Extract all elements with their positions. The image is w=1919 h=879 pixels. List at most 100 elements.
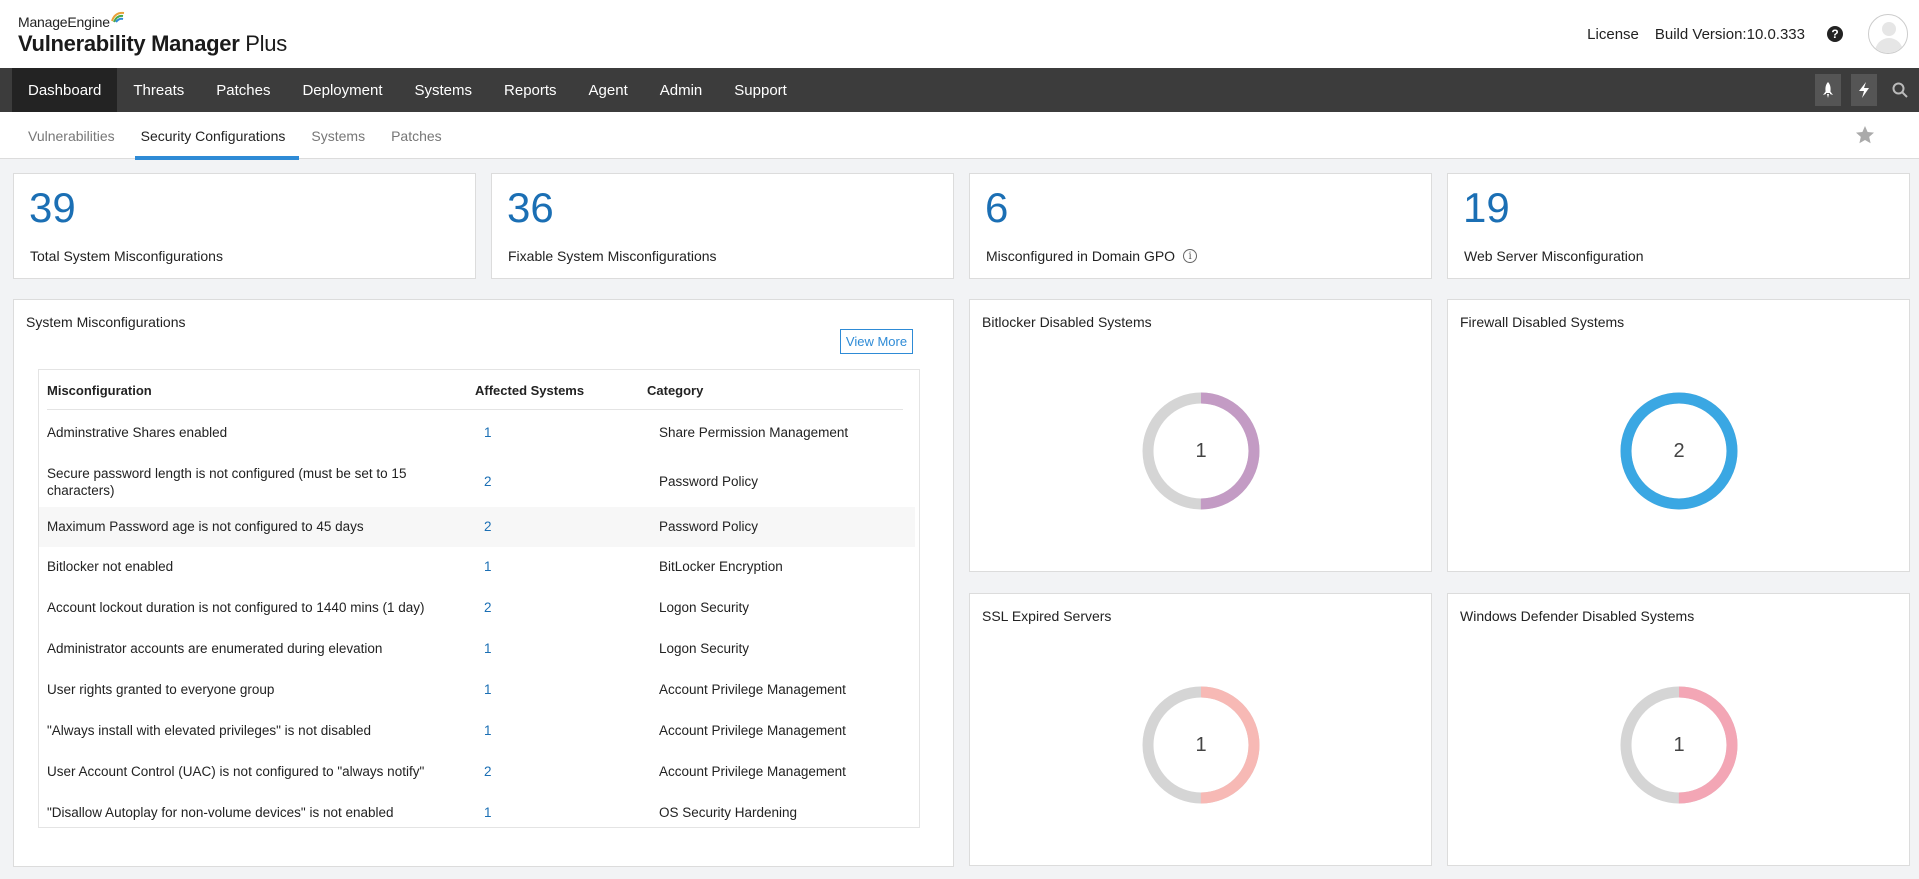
search-icon[interactable] — [1887, 74, 1913, 106]
misconfig-name: Account lockout duration is not configur… — [47, 600, 425, 615]
nav-dashboard[interactable]: Dashboard — [12, 68, 118, 112]
lightning-icon[interactable] — [1851, 74, 1877, 106]
misconfig-name: Adminstrative Shares enabled — [47, 425, 228, 440]
misconfig-category: Logon Security — [659, 600, 750, 615]
affected-count-link[interactable]: 1 — [484, 425, 492, 440]
affected-count-link[interactable]: 1 — [484, 723, 492, 738]
stat-card-web-server[interactable]: 19 Web Server Misconfiguration — [1447, 173, 1910, 279]
stat-value: 6 — [985, 184, 1009, 231]
brand-product-edition: Plus — [239, 31, 287, 56]
table-row[interactable]: "Always install with elevated privileges… — [39, 711, 915, 752]
panel-firewall-disabled: Firewall Disabled Systems 2 — [1447, 299, 1910, 572]
top-header: ManageEngine Vulnerability Manager Plus … — [0, 0, 1919, 68]
affected-count-link[interactable]: 2 — [484, 519, 492, 534]
license-link[interactable]: License — [1587, 26, 1639, 43]
tab-vulnerabilities[interactable]: Vulnerabilities — [15, 112, 128, 159]
table-row[interactable]: Adminstrative Shares enabled 1 Share Per… — [39, 410, 915, 457]
stat-card-total[interactable]: 39 Total System Misconfigurations — [13, 173, 476, 279]
affected-count-link[interactable]: 1 — [484, 641, 492, 656]
nav-threats[interactable]: Threats — [117, 68, 200, 112]
affected-count-link[interactable]: 1 — [484, 559, 492, 574]
brand-logo[interactable]: ManageEngine Vulnerability Manager Plus — [18, 11, 287, 57]
nav-agent[interactable]: Agent — [573, 68, 644, 112]
stat-card-fixable[interactable]: 36 Fixable System Misconfigurations — [491, 173, 954, 279]
brand-company: ManageEngine — [18, 11, 287, 30]
brand-product-name: Vulnerability Manager — [18, 31, 240, 56]
donut-center-value: 1 — [1195, 440, 1206, 462]
stat-value: 39 — [29, 184, 76, 231]
nav-support[interactable]: Support — [718, 68, 803, 112]
column-misconfiguration[interactable]: Misconfiguration — [47, 383, 152, 398]
misconfig-category: Share Permission Management — [659, 425, 849, 440]
column-affected-systems[interactable]: Affected Systems — [475, 383, 584, 398]
nav-reports[interactable]: Reports — [488, 68, 573, 112]
tab-systems[interactable]: Systems — [298, 112, 378, 159]
tab-security-configurations[interactable]: Security Configurations — [128, 112, 300, 160]
star-icon[interactable] — [1855, 125, 1875, 145]
build-version: Build Version:10.0.333 — [1654, 25, 1805, 43]
nav-systems[interactable]: Systems — [399, 68, 489, 112]
info-icon[interactable]: i — [1183, 249, 1198, 263]
table-row[interactable]: User Account Control (UAC) is not config… — [39, 752, 915, 793]
misconfig-name: Maximum Password age is not configured t… — [47, 519, 364, 534]
table-row[interactable]: Administrator accounts are enumerated du… — [39, 629, 915, 670]
stat-label-text: Total System Misconfigurations — [30, 248, 223, 264]
panel-windows-defender-disabled: Windows Defender Disabled Systems 1 — [1447, 593, 1910, 866]
donut-chart[interactable]: 1 — [1141, 685, 1261, 805]
donut-chart[interactable]: 2 — [1619, 391, 1739, 511]
misconfig-name: Secure password length is not configured… — [47, 466, 407, 498]
nav-admin[interactable]: Admin — [644, 68, 719, 112]
misconfig-category: OS Security Hardening — [659, 805, 798, 820]
column-category[interactable]: Category — [647, 383, 703, 398]
table-row[interactable]: Maximum Password age is not configured t… — [39, 507, 915, 547]
donut-chart[interactable]: 1 — [1141, 391, 1261, 511]
table-row[interactable]: Account lockout duration is not configur… — [39, 588, 915, 629]
misconfig-category: Account Privilege Management — [659, 682, 846, 697]
panel-title: Firewall Disabled Systems — [1460, 314, 1625, 330]
panel-title: Windows Defender Disabled Systems — [1460, 608, 1695, 624]
view-more-button[interactable]: View More — [840, 329, 913, 354]
main-nav: Dashboard Threats Patches Deployment Sys… — [0, 68, 1919, 112]
misconfig-name: "Always install with elevated privileges… — [47, 723, 371, 738]
misconfig-name: Bitlocker not enabled — [47, 559, 174, 574]
misconfig-category: Account Privilege Management — [659, 723, 846, 738]
panel-title: SSL Expired Servers — [982, 608, 1112, 624]
donut-chart[interactable]: 1 — [1619, 685, 1739, 805]
stat-label-text: Web Server Misconfiguration — [1464, 248, 1644, 264]
user-avatar[interactable] — [1868, 14, 1908, 54]
table-row[interactable]: User rights granted to everyone group 1 … — [39, 670, 915, 711]
affected-count-link[interactable]: 1 — [484, 682, 492, 697]
panel-ssl-expired: SSL Expired Servers 1 — [969, 593, 1432, 866]
panel-title: System Misconfigurations — [26, 314, 186, 330]
brand-product: Vulnerability Manager Plus — [18, 31, 287, 57]
sub-nav: Vulnerabilities Security Configurations … — [0, 112, 1919, 160]
rocket-icon[interactable] — [1815, 74, 1841, 106]
table-row[interactable]: Secure password length is not configured… — [39, 457, 915, 507]
stat-label: Web Server Misconfiguration — [1464, 248, 1643, 264]
help-icon[interactable]: ? — [1827, 26, 1843, 42]
nav-deployment[interactable]: Deployment — [286, 68, 398, 112]
stat-card-domain-gpo[interactable]: 6 Misconfigured in Domain GPO i — [969, 173, 1432, 279]
donut-center-value: 2 — [1673, 440, 1684, 462]
donut-center-value: 1 — [1673, 734, 1684, 756]
panel-title: Bitlocker Disabled Systems — [982, 314, 1152, 330]
table-row[interactable]: "Disallow Autoplay for non-volume device… — [39, 793, 915, 827]
misconfig-category: Password Policy — [659, 474, 759, 489]
stat-label-text: Fixable System Misconfigurations — [508, 248, 717, 264]
table-row[interactable]: Bitlocker not enabled 1 BitLocker Encryp… — [39, 547, 915, 588]
misconfig-table: Misconfiguration Affected Systems Catego… — [38, 369, 920, 828]
affected-count-link[interactable]: 2 — [484, 600, 492, 615]
stat-label: Total System Misconfigurations — [30, 248, 223, 264]
tab-patches[interactable]: Patches — [378, 112, 455, 159]
misconfig-name: User Account Control (UAC) is not config… — [47, 764, 425, 779]
stat-label-text: Misconfigured in Domain GPO — [986, 248, 1176, 264]
affected-count-link[interactable]: 1 — [484, 805, 492, 820]
misconfig-category: Logon Security — [659, 641, 750, 656]
logo-swoosh-icon — [111, 11, 125, 23]
nav-patches[interactable]: Patches — [200, 68, 286, 112]
donut-center-value: 1 — [1195, 734, 1206, 756]
affected-count-link[interactable]: 2 — [484, 474, 492, 489]
affected-count-link[interactable]: 2 — [484, 764, 492, 779]
misconfig-category: Password Policy — [659, 519, 759, 534]
stat-value: 19 — [1463, 184, 1510, 231]
